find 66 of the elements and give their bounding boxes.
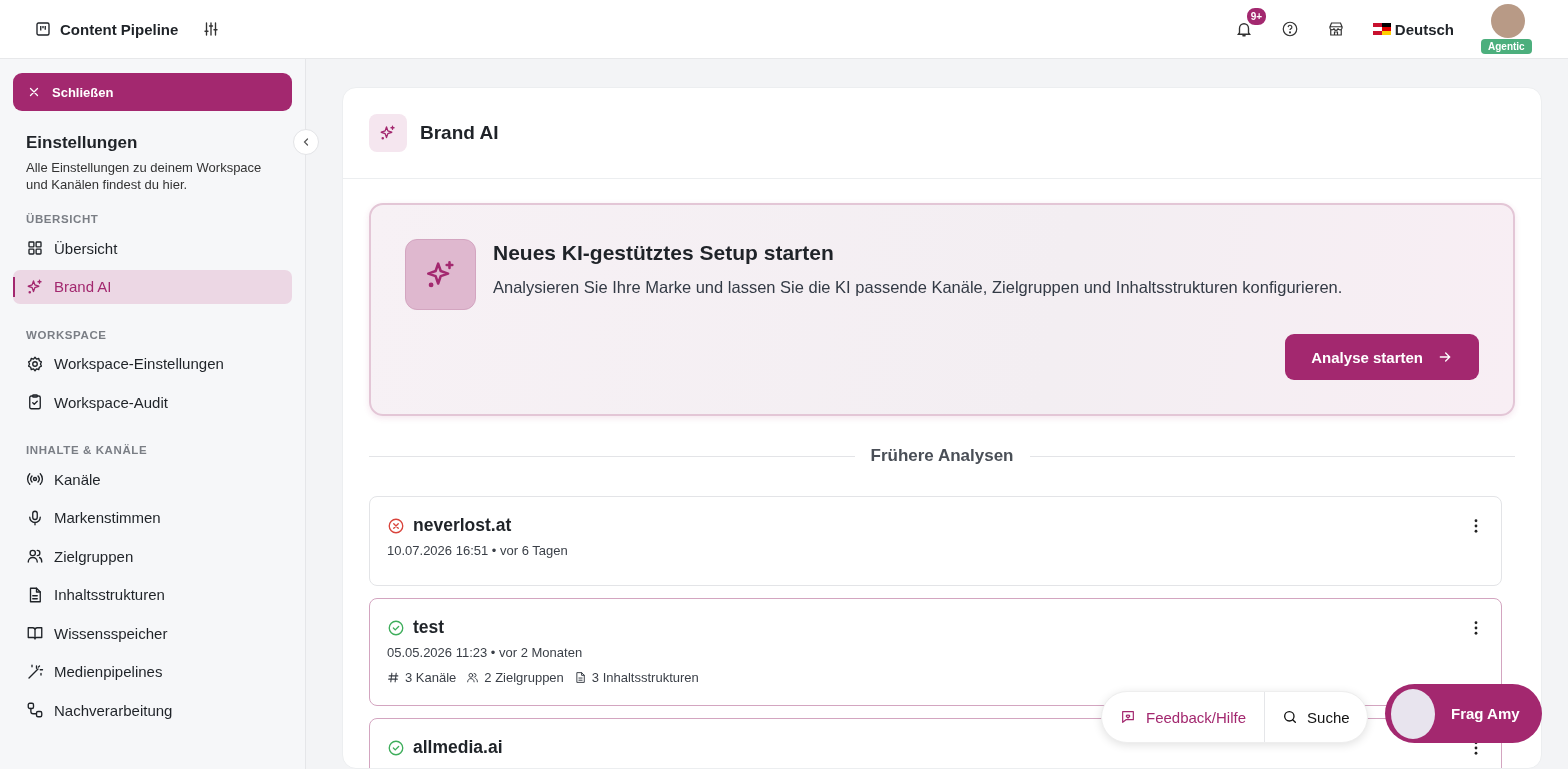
sidebar-item[interactable]: Übersicht [13, 231, 292, 265]
sidebar-item[interactable]: Kanäle [13, 462, 292, 496]
sidebar-title: Einstellungen [26, 133, 139, 153]
success-check-icon [387, 618, 405, 637]
workspace-switcher[interactable]: Content Pipeline [34, 20, 179, 38]
floating-assistant-button-overlay[interactable]: Frag Amy [1385, 684, 1542, 743]
microphone-icon [26, 508, 44, 527]
page-title: Brand AI [420, 122, 499, 144]
analysis-title: allmedia.ai [413, 737, 504, 758]
sidebar-item[interactable]: Medienpipelines [13, 654, 292, 689]
sidebar-item[interactable]: Nachverarbeitung [13, 693, 292, 727]
hash-icon [387, 671, 400, 684]
analysis-card[interactable]: neverlost.at 10.07.2026 16:51 • vor 6 Tagen [369, 496, 1502, 586]
analysis-title: neverlost.at [413, 515, 513, 536]
success-check-icon [387, 738, 405, 757]
assistant-avatar [1391, 688, 1435, 739]
notification-count-badge: 9+ [1244, 6, 1269, 27]
close-icon [27, 85, 41, 99]
start-analysis-button[interactable]: Analyse starten [1285, 334, 1479, 380]
broadcast-icon [26, 470, 44, 488]
language-selector[interactable]: Deutsch [1372, 20, 1454, 38]
analysis-stat: 3 Kanäle [405, 670, 457, 685]
sidebar-item[interactable]: Zielgruppen [13, 539, 292, 573]
arrow-right-icon [1437, 349, 1453, 365]
users-icon [466, 671, 480, 684]
sparkle-icon [26, 277, 44, 296]
close-button[interactable]: Schließen [13, 73, 292, 111]
analysis-title: test [413, 617, 446, 638]
sidebar-description: Alle Einstellungen zu deinem Workspace und Kanälen findest du hier. [26, 159, 263, 193]
banner-description: Analysieren Sie Ihre Marke und lassen Sie die KI passende Kanäle, Zielgruppen und Inhaltsstrukturen konfigurieren. [493, 278, 1343, 297]
grid-icon [26, 239, 44, 257]
sidebar-item[interactable]: Wissensspeicher [13, 616, 292, 650]
users-icon [26, 547, 44, 565]
flag-icon [1372, 23, 1391, 35]
chat-heart-icon [1120, 709, 1136, 725]
analysis-stat: 3 Inhaltsstrukturen [591, 670, 699, 685]
sparkle-icon [369, 114, 407, 152]
store-icon[interactable] [1326, 20, 1345, 38]
clipboard-check-icon [26, 393, 44, 411]
banner-title: Neues KI-gestütztes Setup starten [493, 241, 835, 265]
sidebar-item[interactable]: Brand AI [13, 269, 292, 304]
search-icon [1282, 709, 1299, 725]
sliders-icon[interactable] [202, 20, 221, 38]
section-heading: Frühere Analysen [870, 446, 1014, 466]
feedback-help-button[interactable]: Feedback/Hilfe [1102, 692, 1266, 742]
sparkle-icon [405, 239, 476, 310]
section-label: INHALTE & KANÄLE [26, 444, 149, 456]
section-label: WORKSPACE [26, 328, 108, 341]
help-icon[interactable] [1280, 20, 1299, 38]
analysis-date: 10.07.2026 16:51 • vor 6 Tagen [387, 543, 569, 558]
section-label: ÜBERSICHT [26, 213, 100, 225]
sidebar-item[interactable]: Workspace-Audit [13, 385, 292, 419]
agentic-badge: Agentic [1481, 39, 1532, 54]
sidebar-item[interactable]: Inhaltsstrukturen [13, 577, 292, 612]
book-icon [26, 624, 44, 642]
notifications-bell-icon[interactable] [1234, 20, 1253, 38]
sidebar-item[interactable]: Workspace-Einstellungen [13, 346, 292, 381]
error-x-icon [387, 516, 405, 535]
magic-wand-icon [26, 662, 44, 681]
user-avatar[interactable] [1491, 4, 1525, 38]
analysis-stat: 2 Zielgruppen [484, 670, 564, 685]
board-icon [34, 20, 52, 38]
gear-icon [26, 354, 44, 373]
sidebar-item[interactable]: Markenstimmen [13, 500, 292, 535]
analysis-date: 05.05.2026 11:23 • vor 2 Monaten [387, 645, 584, 660]
workflow-icon [26, 701, 44, 719]
